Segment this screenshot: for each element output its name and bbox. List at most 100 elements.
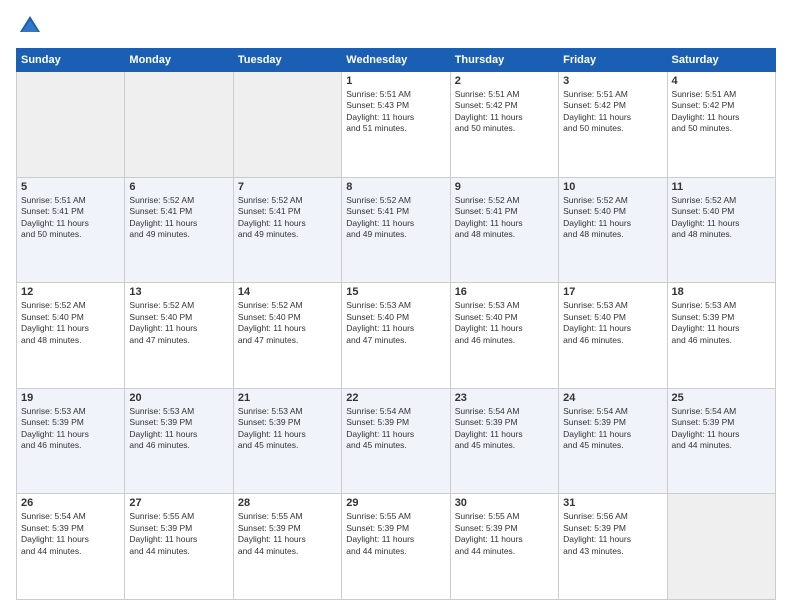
- day-cell: 13 Sunrise: 5:52 AM Sunset: 5:40 PM Dayli…: [125, 283, 233, 389]
- day-cell: 3 Sunrise: 5:51 AM Sunset: 5:42 PM Daylig…: [559, 72, 667, 178]
- day-cell: 2 Sunrise: 5:51 AM Sunset: 5:42 PM Daylig…: [450, 72, 558, 178]
- logo-icon: [16, 12, 44, 40]
- week-row-1: 1 Sunrise: 5:51 AM Sunset: 5:43 PM Daylig…: [17, 72, 776, 178]
- day-info: Sunrise: 5:52 AM Sunset: 5:41 PM Dayligh…: [455, 195, 554, 241]
- day-info: Sunrise: 5:54 AM Sunset: 5:39 PM Dayligh…: [563, 406, 662, 452]
- day-cell: 24 Sunrise: 5:54 AM Sunset: 5:39 PM Dayli…: [559, 388, 667, 494]
- day-number: 24: [563, 392, 662, 404]
- day-info: Sunrise: 5:51 AM Sunset: 5:43 PM Dayligh…: [346, 89, 445, 135]
- day-info: Sunrise: 5:53 AM Sunset: 5:39 PM Dayligh…: [672, 300, 771, 346]
- day-info: Sunrise: 5:52 AM Sunset: 5:40 PM Dayligh…: [129, 300, 228, 346]
- day-info: Sunrise: 5:53 AM Sunset: 5:39 PM Dayligh…: [129, 406, 228, 452]
- day-number: 26: [21, 497, 120, 509]
- day-cell: 7 Sunrise: 5:52 AM Sunset: 5:41 PM Daylig…: [233, 177, 341, 283]
- day-cell: 11 Sunrise: 5:52 AM Sunset: 5:40 PM Dayli…: [667, 177, 775, 283]
- day-number: 13: [129, 286, 228, 298]
- weekday-header-sunday: Sunday: [17, 49, 125, 72]
- day-info: Sunrise: 5:54 AM Sunset: 5:39 PM Dayligh…: [346, 406, 445, 452]
- weekday-header-thursday: Thursday: [450, 49, 558, 72]
- logo: [16, 12, 48, 40]
- day-cell: [125, 72, 233, 178]
- day-number: 27: [129, 497, 228, 509]
- day-number: 8: [346, 181, 445, 193]
- week-row-4: 19 Sunrise: 5:53 AM Sunset: 5:39 PM Dayli…: [17, 388, 776, 494]
- day-cell: 17 Sunrise: 5:53 AM Sunset: 5:40 PM Dayli…: [559, 283, 667, 389]
- day-number: 1: [346, 75, 445, 87]
- day-cell: 20Sunrise: 5:53 AM Sunset: 5:39 PM Dayli…: [125, 388, 233, 494]
- day-info: Sunrise: 5:53 AM Sunset: 5:40 PM Dayligh…: [455, 300, 554, 346]
- day-info: Sunrise: 5:55 AM Sunset: 5:39 PM Dayligh…: [129, 511, 228, 557]
- day-cell: 6Sunrise: 5:52 AM Sunset: 5:41 PM Daylig…: [125, 177, 233, 283]
- day-number: 3: [563, 75, 662, 87]
- day-cell: 18 Sunrise: 5:53 AM Sunset: 5:39 PM Dayli…: [667, 283, 775, 389]
- day-cell: [667, 494, 775, 600]
- week-row-3: 12 Sunrise: 5:52 AM Sunset: 5:40 PM Dayli…: [17, 283, 776, 389]
- day-number: 14: [238, 286, 337, 298]
- day-cell: 25 Sunrise: 5:54 AM Sunset: 5:39 PM Dayli…: [667, 388, 775, 494]
- day-cell: 14 Sunrise: 5:52 AM Sunset: 5:40 PM Dayli…: [233, 283, 341, 389]
- day-number: 31: [563, 497, 662, 509]
- weekday-header-friday: Friday: [559, 49, 667, 72]
- day-cell: 8 Sunrise: 5:52 AM Sunset: 5:41 PM Daylig…: [342, 177, 450, 283]
- day-number: 25: [672, 392, 771, 404]
- day-info: Sunrise: 5:52 AM Sunset: 5:41 PM Dayligh…: [346, 195, 445, 241]
- day-info: Sunrise: 5:55 AM Sunset: 5:39 PM Dayligh…: [238, 511, 337, 557]
- day-number: 12: [21, 286, 120, 298]
- day-number: 19: [21, 392, 120, 404]
- day-info: Sunrise: 5:54 AM Sunset: 5:39 PM Dayligh…: [672, 406, 771, 452]
- day-number: 30: [455, 497, 554, 509]
- day-number: 7: [238, 181, 337, 193]
- day-cell: 10Sunrise: 5:52 AM Sunset: 5:40 PM Dayli…: [559, 177, 667, 283]
- day-number: 11: [672, 181, 771, 193]
- weekday-header-row: SundayMondayTuesdayWednesdayThursdayFrid…: [17, 49, 776, 72]
- day-info: Sunrise: 5:52 AM Sunset: 5:41 PM Dayligh…: [238, 195, 337, 241]
- day-number: 9: [455, 181, 554, 193]
- day-number: 5: [21, 181, 120, 193]
- day-cell: 12 Sunrise: 5:52 AM Sunset: 5:40 PM Dayli…: [17, 283, 125, 389]
- day-cell: 28 Sunrise: 5:55 AM Sunset: 5:39 PM Dayli…: [233, 494, 341, 600]
- day-info: Sunrise: 5:52 AM Sunset: 5:40 PM Dayligh…: [672, 195, 771, 241]
- day-cell: [17, 72, 125, 178]
- day-cell: 19 Sunrise: 5:53 AM Sunset: 5:39 PM Dayli…: [17, 388, 125, 494]
- day-info: Sunrise: 5:53 AM Sunset: 5:39 PM Dayligh…: [238, 406, 337, 452]
- day-number: 2: [455, 75, 554, 87]
- day-info: Sunrise: 5:55 AM Sunset: 5:39 PM Dayligh…: [455, 511, 554, 557]
- day-cell: 21Sunrise: 5:53 AM Sunset: 5:39 PM Dayli…: [233, 388, 341, 494]
- day-info: Sunrise: 5:54 AM Sunset: 5:39 PM Dayligh…: [21, 511, 120, 557]
- day-number: 10: [563, 181, 662, 193]
- day-cell: 23 Sunrise: 5:54 AM Sunset: 5:39 PM Dayli…: [450, 388, 558, 494]
- day-info: Sunrise: 5:51 AM Sunset: 5:42 PM Dayligh…: [455, 89, 554, 135]
- day-cell: 5Sunrise: 5:51 AM Sunset: 5:41 PM Daylig…: [17, 177, 125, 283]
- calendar-table: SundayMondayTuesdayWednesdayThursdayFrid…: [16, 48, 776, 600]
- weekday-header-saturday: Saturday: [667, 49, 775, 72]
- day-cell: 29 Sunrise: 5:55 AM Sunset: 5:39 PM Dayli…: [342, 494, 450, 600]
- day-number: 29: [346, 497, 445, 509]
- day-info: Sunrise: 5:53 AM Sunset: 5:39 PM Dayligh…: [21, 406, 120, 452]
- day-info: Sunrise: 5:51 AM Sunset: 5:42 PM Dayligh…: [563, 89, 662, 135]
- day-number: 28: [238, 497, 337, 509]
- day-number: 17: [563, 286, 662, 298]
- weekday-header-tuesday: Tuesday: [233, 49, 341, 72]
- day-number: 23: [455, 392, 554, 404]
- day-cell: 16Sunrise: 5:53 AM Sunset: 5:40 PM Dayli…: [450, 283, 558, 389]
- day-info: Sunrise: 5:52 AM Sunset: 5:40 PM Dayligh…: [238, 300, 337, 346]
- day-cell: 15Sunrise: 5:53 AM Sunset: 5:40 PM Dayli…: [342, 283, 450, 389]
- day-info: Sunrise: 5:52 AM Sunset: 5:41 PM Dayligh…: [129, 195, 228, 241]
- day-number: 22: [346, 392, 445, 404]
- header: [16, 12, 776, 40]
- day-number: 18: [672, 286, 771, 298]
- day-cell: 30 Sunrise: 5:55 AM Sunset: 5:39 PM Dayli…: [450, 494, 558, 600]
- day-info: Sunrise: 5:54 AM Sunset: 5:39 PM Dayligh…: [455, 406, 554, 452]
- day-info: Sunrise: 5:56 AM Sunset: 5:39 PM Dayligh…: [563, 511, 662, 557]
- day-cell: 26 Sunrise: 5:54 AM Sunset: 5:39 PM Dayli…: [17, 494, 125, 600]
- day-info: Sunrise: 5:51 AM Sunset: 5:42 PM Dayligh…: [672, 89, 771, 135]
- day-info: Sunrise: 5:52 AM Sunset: 5:40 PM Dayligh…: [21, 300, 120, 346]
- day-cell: 1 Sunrise: 5:51 AM Sunset: 5:43 PM Daylig…: [342, 72, 450, 178]
- day-cell: 4Sunrise: 5:51 AM Sunset: 5:42 PM Daylig…: [667, 72, 775, 178]
- day-info: Sunrise: 5:53 AM Sunset: 5:40 PM Dayligh…: [563, 300, 662, 346]
- week-row-2: 5Sunrise: 5:51 AM Sunset: 5:41 PM Daylig…: [17, 177, 776, 283]
- day-info: Sunrise: 5:53 AM Sunset: 5:40 PM Dayligh…: [346, 300, 445, 346]
- day-info: Sunrise: 5:55 AM Sunset: 5:39 PM Dayligh…: [346, 511, 445, 557]
- page: SundayMondayTuesdayWednesdayThursdayFrid…: [0, 0, 792, 612]
- weekday-header-wednesday: Wednesday: [342, 49, 450, 72]
